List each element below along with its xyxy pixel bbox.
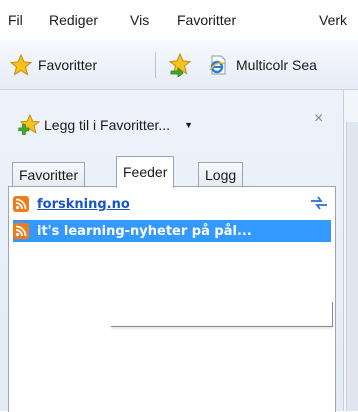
tab-favorites[interactable]: Favoritter <box>12 162 86 187</box>
menu-favorites[interactable]: Favoritter <box>177 12 236 28</box>
add-to-favorites-bar-button[interactable] <box>168 52 192 78</box>
add-to-favorites-label: Legg til i Favoritter... <box>44 117 171 133</box>
menu-file[interactable]: Fil <box>8 12 23 28</box>
favorites-button-label: Favoritter <box>38 57 98 73</box>
menu-view[interactable]: Vis <box>130 12 149 28</box>
menu-edit[interactable]: Rediger <box>49 12 98 28</box>
rss-feed-icon <box>13 223 29 239</box>
feed-title[interactable]: forskning.no <box>37 197 130 212</box>
ie-page-icon <box>209 55 226 75</box>
favorites-link-multicolr[interactable]: Multicolr Sea <box>208 53 317 77</box>
refresh-feed-icon[interactable] <box>309 195 329 211</box>
favorites-center-panel: Legg til i Favoritter... ▼ × Favoritter … <box>0 90 344 412</box>
menu-tools[interactable]: Verk <box>319 12 347 28</box>
tooltip-shadow <box>111 326 333 327</box>
list-item[interactable]: forskning.no <box>13 193 333 215</box>
list-item[interactable]: it's learning-nyheter på pål... <box>13 220 331 242</box>
page-content-edge <box>344 90 358 411</box>
favorites-button[interactable]: Favoritter <box>10 53 97 77</box>
tab-feeds[interactable]: Feeder <box>116 156 175 188</box>
toolbar-separator <box>155 52 156 78</box>
tooltip-shadow-edge <box>332 302 333 327</box>
close-icon[interactable]: × <box>314 110 323 128</box>
star-add-icon <box>168 52 192 78</box>
menu-bar: Fil Rediger Vis Favoritter Verk <box>0 0 358 40</box>
favorites-bar: Favoritter Multicolr Sea <box>0 40 358 90</box>
star-add-icon <box>18 114 40 135</box>
rss-feed-icon <box>13 196 29 212</box>
tab-history[interactable]: Logg <box>198 162 244 187</box>
feeds-list: forskning.no it's learning-nyheter på på… <box>8 186 336 412</box>
scrollbar-track[interactable] <box>346 122 358 411</box>
favorites-link-label: Multicolr Sea <box>236 57 317 73</box>
star-icon <box>10 54 32 76</box>
feed-title[interactable]: it's learning-nyheter på pål... <box>37 224 252 239</box>
add-to-favorites-button[interactable]: Legg til i Favoritter... ▼ <box>18 114 193 136</box>
chevron-down-icon[interactable]: ▼ <box>184 120 193 130</box>
